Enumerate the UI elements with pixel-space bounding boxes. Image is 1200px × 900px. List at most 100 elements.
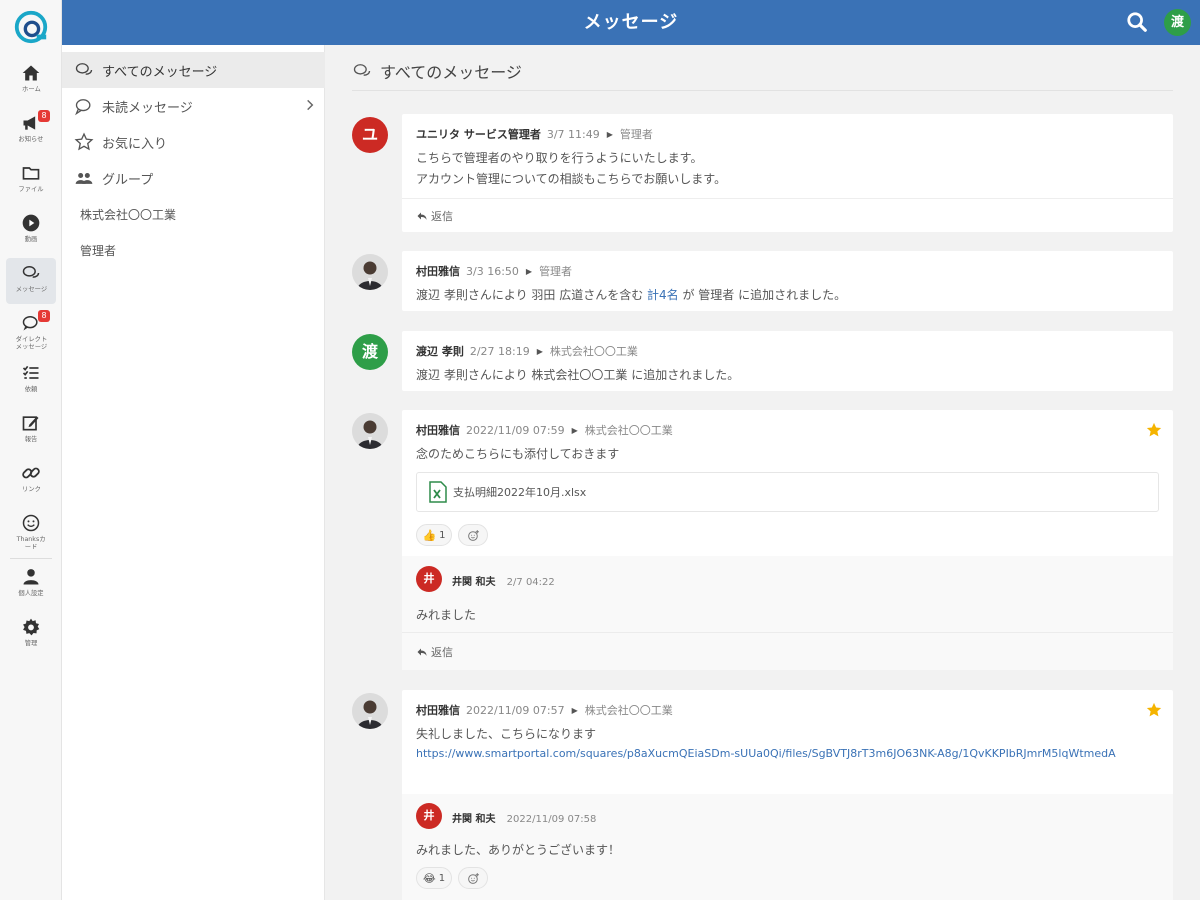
person-photo-icon [352,693,388,729]
top-header: メッセージ 渡 [62,0,1200,45]
add-reaction-button[interactable] [458,524,488,546]
subnav-item-admin-group[interactable]: 管理者 [62,232,325,268]
avatar-photo[interactable] [352,254,388,290]
reaction-count: 1 [439,529,446,541]
rail-item-messages[interactable]: メッセージ [6,258,56,304]
search-icon[interactable] [1126,11,1148,33]
channel-name[interactable]: 管理者 [620,126,653,142]
favorite-star-icon[interactable] [1145,701,1163,719]
rail-label: Thanksカ ード [16,535,46,551]
rail-item-direct-messages[interactable]: 8 ダイレクト メッセージ [6,308,56,354]
author-name[interactable]: 井関 和夫 [452,814,495,825]
rail-label: メッセージ [15,285,47,293]
reply-icon [417,648,427,656]
message-text: アカウント管理についての相談もこちらでお願いします。 [416,172,727,186]
reply-button[interactable]: 返信 [416,208,453,224]
channel-name[interactable]: 株式会社〇〇工業 [585,422,673,438]
avatar[interactable]: 渡 [352,334,388,370]
rail-item-notice[interactable]: 8 お知らせ [6,108,56,154]
rail-item-reports[interactable]: 報告 [6,408,56,454]
laughing-face-icon: 😂 [422,871,436,885]
subnav-item-favorites[interactable]: お気に入り [62,124,325,160]
message-text: 渡辺 孝則さんにより 羽田 広道さんを含む 計4名 が 管理者 に追加されました… [416,288,847,302]
rail-label: ファイル [18,185,44,193]
rail-item-video[interactable]: 動画 [6,208,56,254]
rail-item-home[interactable]: ホーム [6,58,56,104]
author-name[interactable]: ユニリタ サービス管理者 [416,126,541,142]
reply-icon [417,212,427,220]
avatar[interactable]: 井 [416,803,442,829]
subnav-item-groups[interactable]: グループ [62,160,325,196]
chat-bubbles-icon [353,64,371,76]
author-name[interactable]: 村田雅信 [416,263,460,279]
channel-name[interactable]: 株式会社〇〇工業 [585,702,673,718]
timestamp: 2/27 18:19 [469,344,530,358]
subnav-item-company-group[interactable]: 株式会社〇〇工業 [62,196,325,232]
reply-button[interactable]: 返信 [416,644,453,660]
rail-item-thanks-card[interactable]: Thanksカ ード [6,508,56,554]
dm-badge: 8 [38,310,50,322]
caret-right-icon: ▶ [606,129,613,139]
rail-item-requests[interactable]: 依頼 [6,358,56,404]
avatar-photo[interactable] [352,693,388,729]
shared-link[interactable]: https://www.smartportal.com/squares/p8aX… [416,743,1161,764]
feed-title: すべてのメッセージ [352,59,522,83]
author-name[interactable]: 村田雅信 [416,422,460,438]
play-icon [22,214,40,232]
message-text: 念のためこちらにも添付しておきます [416,447,620,461]
add-emoji-icon [467,529,479,541]
message-feed: すべてのメッセージ ユ ユニリタ サービス管理者 3/7 11:49 ▶ 管理者… [325,45,1200,900]
divider [352,90,1173,91]
rail-item-admin[interactable]: 管理 [6,612,56,658]
message-meta: ユニリタ サービス管理者 3/7 11:49 ▶ 管理者 [416,126,653,142]
timestamp: 2022/11/09 07:58 [506,814,597,825]
message-meta: 渡辺 孝則 2/27 18:19 ▶ 株式会社〇〇工業 [416,343,638,359]
channel-name[interactable]: 株式会社〇〇工業 [550,343,638,359]
rail-item-personal-settings[interactable]: 個人設定 [6,562,56,608]
rail-label: 動画 [24,235,38,243]
author-name[interactable]: 井関 和夫 [452,577,495,588]
channel-name[interactable]: 管理者 [539,263,572,279]
rail-label: 依頼 [24,385,38,393]
author-name[interactable]: 村田雅信 [416,702,460,718]
reaction-thumbs-up[interactable]: 👍 1 [416,524,452,546]
rail-item-files[interactable]: ファイル [6,158,56,204]
subnav-item-unread[interactable]: 未読メッセージ [62,88,325,124]
message-card: 渡辺 孝則 2/27 18:19 ▶ 株式会社〇〇工業 渡辺 孝則さんにより 株… [402,331,1173,391]
author-name[interactable]: 渡辺 孝則 [416,343,464,359]
reply-thread: 井 井関 和夫 2/7 04:22 みれました 返信 [402,556,1173,670]
chat-icon [75,99,91,116]
avatar-photo[interactable] [352,413,388,449]
rail-divider [10,558,52,559]
add-reaction-button[interactable] [458,867,488,889]
reaction-count: 1 [438,872,446,884]
divider [402,198,1173,199]
subnav-label: お気に入り [102,136,168,152]
timestamp: 2022/11/09 07:59 [466,423,565,437]
avatar[interactable]: ユ [352,117,388,153]
rail-label: ホーム [21,85,41,93]
reaction-emoji[interactable]: 😂 1 [416,867,452,889]
reply-meta: 井関 和夫 2022/11/09 07:58 [452,810,596,825]
rail-item-links[interactable]: リンク [6,458,56,504]
rail-label: 管理 [24,639,38,647]
group-icon [75,173,93,184]
avatar[interactable]: 井 [416,566,442,592]
file-attachment[interactable]: 支払明細2022年10月.xlsx [416,472,1159,512]
favorite-star-icon[interactable] [1145,421,1163,439]
attachment-filename: 支払明細2022年10月.xlsx [453,486,587,499]
user-icon [23,569,39,585]
gear-icon [23,618,40,636]
home-icon [22,65,40,81]
timestamp: 3/3 16:50 [466,264,519,278]
subnav-item-all-messages[interactable]: すべてのメッセージ [62,52,325,88]
reply-meta: 井関 和夫 2/7 04:22 [452,573,555,588]
member-count-link[interactable]: 計4名 [647,288,679,302]
app-logo-icon[interactable] [12,8,50,46]
user-avatar[interactable]: 渡 [1164,9,1191,36]
page-title: メッセージ [583,12,679,33]
rail-label: 個人設定 [18,589,44,597]
caret-right-icon: ▶ [571,425,578,435]
divider [402,632,1173,633]
star-outline-icon [74,132,94,151]
